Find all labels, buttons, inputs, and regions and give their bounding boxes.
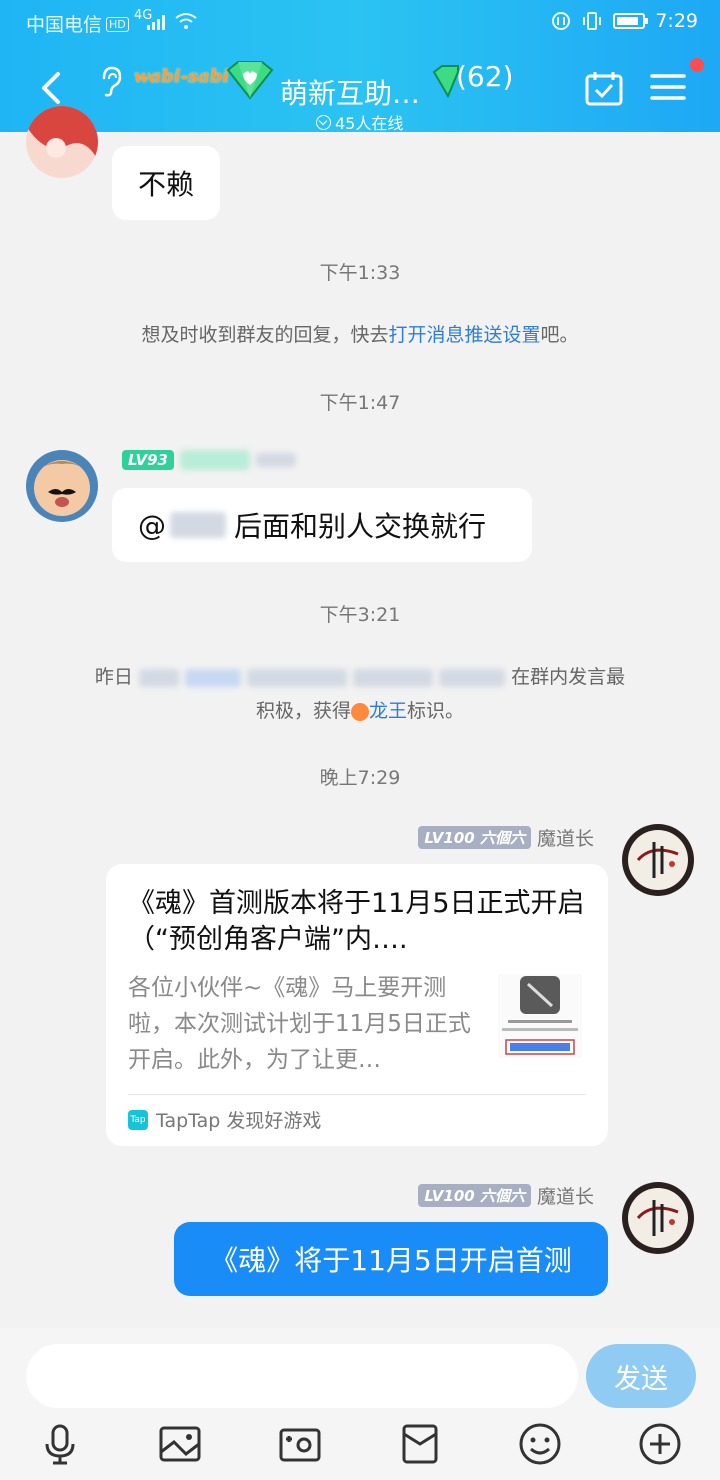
- avatar[interactable]: [622, 824, 694, 896]
- carrier-label: 中国电信 HD: [26, 10, 129, 37]
- member-count: (62): [456, 60, 514, 93]
- system-notice: 想及时收到群友的回复，快去打开消息推送设置吧。: [141, 324, 579, 346]
- camera-icon[interactable]: [278, 1422, 322, 1466]
- my-message-bubble[interactable]: 《魂》将于11月5日开启首测: [174, 1222, 608, 1296]
- menu-icon[interactable]: [650, 72, 686, 102]
- timestamp: 晚上7:29: [319, 767, 401, 789]
- red-packet-icon[interactable]: [398, 1422, 442, 1466]
- message-input[interactable]: [26, 1344, 578, 1408]
- signal-icon: [147, 15, 165, 30]
- battery-icon: [613, 13, 649, 29]
- avatar[interactable]: [622, 1182, 694, 1254]
- timestamp: 下午1:47: [319, 392, 401, 414]
- sender-info: LV100 六個六 魔道长: [418, 824, 594, 851]
- group-title[interactable]: 萌新互助…: [280, 72, 420, 112]
- vibrate-icon: [583, 12, 602, 30]
- blurred-mention: [170, 512, 226, 538]
- level-badge: LV100 六個六: [418, 1184, 531, 1207]
- microphone-icon[interactable]: [38, 1422, 82, 1466]
- push-settings-link[interactable]: 打开消息推送设置: [388, 324, 540, 346]
- back-icon[interactable]: [34, 68, 68, 108]
- sender-info: LV100 六個六 魔道长: [418, 1182, 594, 1209]
- ear-icon[interactable]: [96, 64, 124, 98]
- card-description: 各位小伙伴~《魂》马上要开测啦，本次测试计划于11月5日正式开启。此外，为了让更…: [128, 975, 471, 1073]
- top-bar: 中国电信 HD 4G 7:29 wabi-sabi 萌新互助… (62) 45人在…: [0, 0, 720, 134]
- calendar-check-icon[interactable]: [584, 70, 624, 106]
- image-icon[interactable]: [158, 1422, 202, 1466]
- dragon-king-icon: [350, 702, 369, 721]
- system-notice: 昨日 在群内发言最 积极，获得 龙王标识。: [94, 666, 626, 722]
- level-badge: LV100 六個六: [418, 826, 531, 849]
- sender-name: 魔道长: [536, 1186, 594, 1208]
- emoji-icon[interactable]: [518, 1422, 562, 1466]
- blurred-name: [179, 450, 250, 470]
- card-source: Tap TapTap 发现好游戏: [128, 1106, 321, 1133]
- card-thumbnail: [498, 974, 582, 1058]
- taptap-icon: Tap: [128, 1109, 148, 1130]
- online-count[interactable]: 45人在线: [316, 110, 403, 134]
- divider: [128, 1094, 586, 1095]
- clock: 7:29: [655, 10, 698, 32]
- message-bubble[interactable]: @ 后面和别人交换就行: [112, 488, 532, 562]
- link-card[interactable]: 《魂》首测版本将于11月5日正式开启（“预创角客户端”内…. 各位小伙伴~《魂》…: [106, 864, 608, 1146]
- blurred-name: [255, 453, 296, 467]
- avatar[interactable]: [26, 450, 98, 522]
- sender-name: 魔道长: [536, 828, 594, 850]
- status-bar: 中国电信 HD 4G 7:29: [0, 0, 720, 44]
- sender-info: LV93: [122, 450, 296, 470]
- timestamp: 下午3:21: [319, 604, 401, 626]
- wifi-icon: [175, 13, 197, 29]
- chevron-down-icon: [316, 114, 331, 130]
- level-badge: LV93: [122, 450, 174, 470]
- nfc-icon: [552, 12, 571, 30]
- card-title: 《魂》首测版本将于11月5日正式开启（“预创角客户端”内….: [128, 888, 585, 955]
- plus-icon[interactable]: [638, 1422, 682, 1466]
- timestamp: 下午1:33: [319, 262, 401, 284]
- diamond-icon: [226, 61, 274, 100]
- group-badge-text: wabi-sabi: [134, 66, 230, 87]
- hd-icon: HD: [106, 17, 129, 32]
- avatar[interactable]: [26, 106, 98, 178]
- message-bubble[interactable]: 不赖: [112, 146, 220, 220]
- notification-dot: [690, 58, 704, 72]
- send-button[interactable]: 发送: [586, 1344, 696, 1408]
- input-bar: 发送: [0, 1328, 720, 1480]
